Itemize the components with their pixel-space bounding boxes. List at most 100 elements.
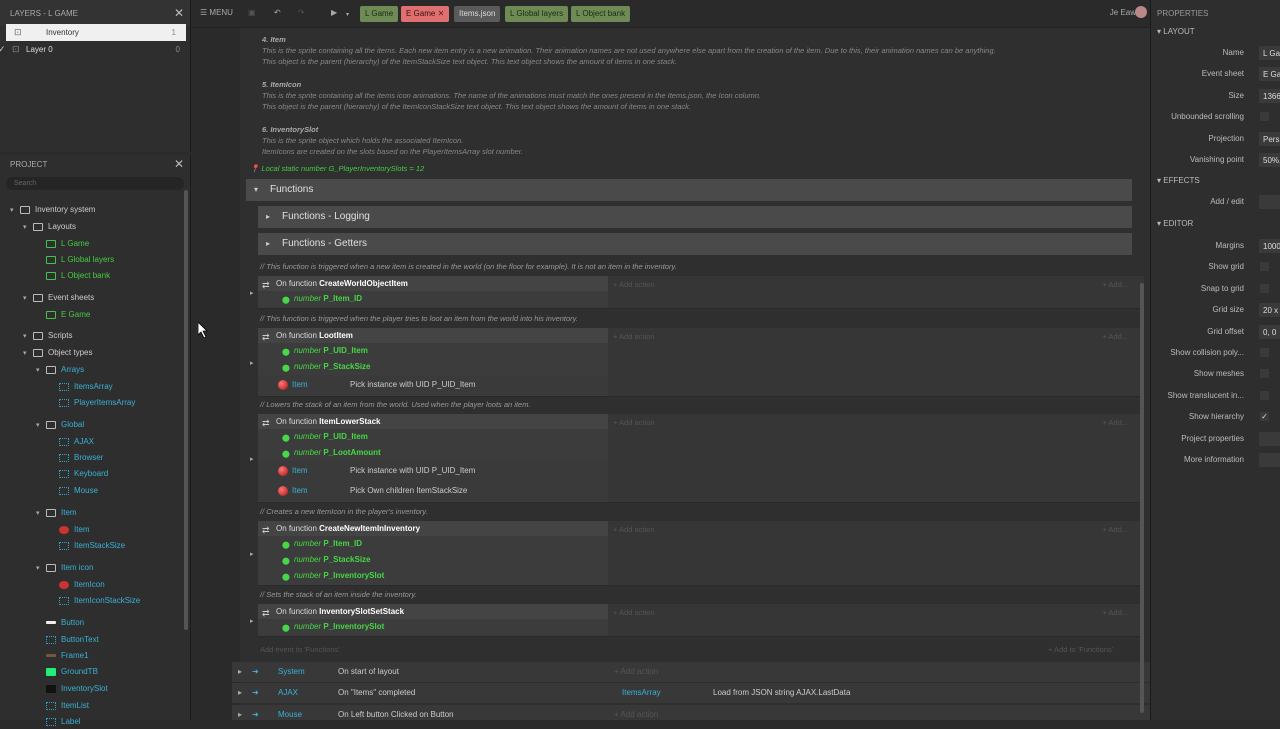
add-link[interactable]: + Add... — [1102, 332, 1128, 341]
add-link[interactable]: + Add... — [1102, 280, 1128, 289]
avatar[interactable] — [1135, 6, 1147, 18]
close-icon[interactable]: ✕ — [174, 6, 184, 20]
tab-items-json[interactable]: Items.json — [454, 6, 501, 22]
chevron-down-icon[interactable]: ▾ — [36, 364, 46, 378]
tree-item[interactable]: ▾ Scripts — [23, 329, 72, 343]
tab-e-game[interactable]: E Game ✕ — [401, 6, 450, 22]
scrollbar[interactable] — [184, 190, 188, 630]
add-event-link[interactable]: Add event to 'Functions' — [260, 644, 340, 655]
undo-icon[interactable]: ↶ — [274, 8, 281, 17]
function-condition[interactable]: ⇄ On function LootItem — [258, 328, 608, 343]
property-row[interactable]: Size 1366 — [1151, 88, 1280, 104]
expand-icon[interactable]: ▸ — [238, 683, 242, 703]
expand-icon[interactable]: ▸ — [250, 550, 254, 558]
add-action-link[interactable]: + Add action — [614, 662, 658, 682]
chevron-icon[interactable]: ▸ — [266, 233, 270, 255]
tree-item[interactable]: ItemStackSize — [49, 539, 125, 553]
add-to-link[interactable]: + Add to 'Functions' — [1048, 644, 1113, 655]
property-value[interactable] — [1259, 431, 1280, 446]
property-value[interactable] — [1259, 195, 1280, 209]
expand-icon[interactable]: ▸ — [238, 662, 242, 682]
property-value[interactable]: 20 x — [1259, 303, 1280, 318]
property-row[interactable]: Margins 1000 — [1151, 238, 1280, 254]
chevron-down-icon[interactable]: ▾ — [346, 11, 349, 18]
add-action-link[interactable]: + Add action — [614, 705, 658, 720]
add-link[interactable]: + Add... — [1102, 608, 1128, 617]
function-event[interactable]: ⇄ On function CreateNewItemInInventory ⬤ nu… — [250, 521, 1144, 586]
tree-item[interactable]: ItemsArray — [49, 380, 113, 394]
function-condition[interactable]: ⇄ On function CreateNewItemInInventory — [258, 521, 608, 536]
function-parameter[interactable]: ⬤ number P_UID_Item — [258, 343, 608, 359]
tree-item[interactable]: Label — [36, 715, 81, 729]
tree-item[interactable]: E Game — [36, 308, 90, 322]
lock-icon[interactable]: ⊡ — [14, 24, 22, 41]
tree-item[interactable]: ▾ Global — [36, 418, 84, 432]
property-row[interactable]: Show hierarchy ✓ — [1151, 409, 1280, 425]
add-action-link[interactable]: + Add action — [613, 525, 655, 534]
lock-icon[interactable]: ⊡ — [12, 41, 20, 58]
tree-item[interactable]: ▾ Object types — [23, 346, 92, 360]
tree-item[interactable]: ButtonText — [36, 633, 99, 647]
function-parameter[interactable]: ⬤ number P_Item_ID — [258, 291, 608, 307]
checkbox[interactable] — [1260, 390, 1269, 400]
group-header[interactable]: ▸ Functions - Getters — [258, 233, 1132, 255]
add-action-link[interactable]: + Add action — [613, 418, 655, 427]
pick-condition[interactable]: Item Pick instance with UID P_UID_Item — [258, 375, 608, 395]
property-value[interactable]: 0, 0 — [1259, 324, 1280, 339]
checkbox[interactable]: ✓ — [1260, 412, 1269, 422]
property-row[interactable]: Unbounded scrolling — [1151, 109, 1280, 125]
tree-item[interactable]: ▾ Event sheets — [23, 291, 94, 305]
tree-item[interactable]: ▾ Inventory system — [10, 203, 95, 217]
function-parameter[interactable]: ⬤ number P_StackSize — [258, 359, 608, 375]
tree-item[interactable]: L Global layers — [36, 253, 114, 267]
chevron-down-icon[interactable]: ▾ — [10, 204, 20, 218]
chevron-down-icon[interactable]: ▾ — [36, 419, 46, 433]
section-header[interactable]: ▾ EFFECTS — [1157, 176, 1200, 185]
tree-item[interactable]: Browser — [49, 451, 103, 465]
property-row[interactable]: Event sheet E Game — [1151, 66, 1280, 82]
property-row[interactable]: Show grid — [1151, 259, 1280, 275]
add-action-link[interactable]: + Add action — [613, 332, 655, 341]
root-event[interactable]: ▸ ➜ AJAX On "Items" completed ItemsArray Load… — [232, 683, 1150, 703]
tree-item[interactable]: AJAX — [49, 435, 94, 449]
property-value[interactable]: 1000 — [1259, 239, 1280, 253]
layer-row[interactable]: ✓ ⊡ Inventory 1 — [0, 24, 186, 41]
property-row[interactable]: Name L Game — [1151, 45, 1280, 61]
tree-item[interactable]: ItemIconStackSize — [49, 594, 140, 608]
scrollbar[interactable] — [1140, 283, 1144, 713]
function-condition[interactable]: ⇄ On function ItemLowerStack — [258, 414, 608, 429]
property-row[interactable]: Vanishing point 50%, — [1151, 152, 1280, 168]
pick-condition[interactable]: Item Pick instance with UID P_UID_Item — [258, 461, 608, 481]
pick-condition[interactable]: Item Pick Own children ItemStackSize — [258, 481, 608, 501]
save-icon[interactable]: ▣ — [248, 8, 256, 17]
tree-item[interactable]: PlayerItemsArray — [49, 396, 135, 410]
property-row[interactable]: More information — [1151, 452, 1280, 468]
tree-item[interactable]: InventorySlot — [36, 682, 108, 696]
expand-icon[interactable]: ▸ — [250, 289, 254, 297]
function-parameter[interactable]: ⬤ number P_LootAmount — [258, 445, 608, 461]
chevron-down-icon[interactable]: ▾ — [36, 507, 46, 521]
chevron-down-icon[interactable]: ▾ — [23, 330, 33, 344]
expand-icon[interactable]: ▸ — [250, 455, 254, 463]
tree-item[interactable]: L Object bank — [36, 269, 110, 283]
function-parameter[interactable]: ⬤ number P_InventorySlot — [258, 568, 608, 584]
function-event[interactable]: ⇄ On function CreateWorldObjectItem ⬤ numbe… — [250, 276, 1144, 309]
tree-item[interactable]: ▾ Layouts — [23, 220, 76, 234]
chevron-down-icon[interactable]: ▾ — [36, 562, 46, 576]
expand-icon[interactable]: ▸ — [238, 705, 242, 720]
checkbox[interactable] — [1260, 369, 1269, 379]
tree-item[interactable]: Frame1 — [36, 649, 89, 663]
tree-item[interactable]: GroundTB — [36, 665, 98, 679]
property-row[interactable]: Add / edit — [1151, 194, 1280, 210]
root-event[interactable]: ▸ ➜ Mouse On Left button Clicked on Button +… — [232, 705, 1150, 720]
property-value[interactable]: L Game — [1259, 46, 1280, 60]
search-input[interactable]: Search — [6, 177, 184, 190]
property-row[interactable]: Show translucent in... — [1151, 388, 1280, 404]
add-link[interactable]: + Add... — [1102, 525, 1128, 534]
tree-item[interactable]: L Game — [36, 237, 89, 251]
tree-item[interactable]: ▾ Item icon — [36, 561, 93, 575]
group-header[interactable]: ▾ Functions — [246, 179, 1132, 201]
function-condition[interactable]: ⇄ On function CreateWorldObjectItem — [258, 276, 608, 291]
function-parameter[interactable]: ⬤ number P_Item_ID — [258, 536, 608, 552]
tree-item[interactable]: ItemList — [36, 699, 89, 713]
